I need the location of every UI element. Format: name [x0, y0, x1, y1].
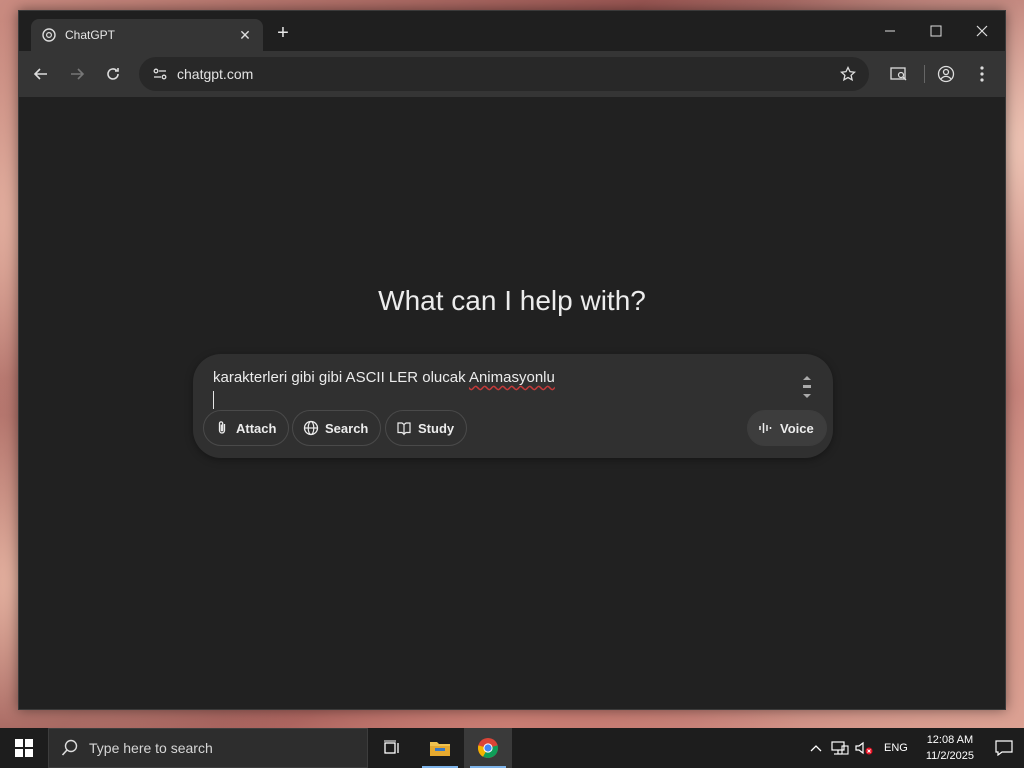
folder-icon: [430, 742, 450, 756]
task-view-button[interactable]: [368, 728, 416, 768]
show-hidden-icons-icon[interactable]: [804, 728, 828, 768]
tab-strip: ChatGPT ✕ +: [19, 11, 1005, 51]
profile-icon[interactable]: [931, 59, 961, 89]
tab-search-icon[interactable]: [884, 59, 914, 89]
prompt-text: karakterleri gibi gibi ASCII LER olucak: [213, 369, 469, 386]
voice-waveform-icon: [759, 423, 772, 433]
study-button[interactable]: Study: [385, 410, 468, 446]
paperclip-icon: [218, 421, 226, 434]
volume-muted-icon[interactable]: [852, 728, 876, 768]
toolbar-separator: [924, 65, 925, 83]
voice-button[interactable]: Voice: [747, 410, 827, 446]
window-controls: [867, 11, 1005, 51]
new-tab-button[interactable]: +: [271, 21, 295, 45]
attach-button[interactable]: Attach: [203, 410, 290, 446]
page-heading: What can I help with?: [378, 285, 646, 316]
chrome-button[interactable]: [464, 728, 512, 768]
tab-title: ChatGPT: [65, 28, 116, 42]
chrome-icon: [477, 738, 499, 759]
minimize-button[interactable]: [867, 11, 913, 51]
network-icon[interactable]: [828, 728, 852, 768]
start-button[interactable]: [0, 728, 48, 768]
prompt-composer[interactable]: karakterleri gibi gibi ASCII LER olucak …: [193, 354, 833, 458]
maximize-button[interactable]: [913, 11, 959, 51]
url-text[interactable]: chatgpt.com: [177, 66, 833, 82]
file-explorer-button[interactable]: [416, 728, 464, 768]
bookmark-star-icon[interactable]: [833, 59, 863, 89]
book-icon: [397, 422, 411, 436]
notifications-button[interactable]: [984, 728, 1024, 768]
reload-button[interactable]: [99, 60, 127, 88]
globe-icon: [303, 420, 319, 436]
scroll-arrows-icon[interactable]: [801, 372, 813, 402]
close-window-button[interactable]: [959, 11, 1005, 51]
back-button[interactable]: [27, 60, 55, 88]
page-content: What can I help with? karakterleri gibi …: [19, 97, 1005, 709]
clock-date: 11/2/2025: [925, 750, 974, 762]
taskbar: Type here to search ENG 12:08 AM 11/2/20…: [0, 728, 1024, 768]
tab-close-icon[interactable]: ✕: [237, 27, 253, 43]
system-tray: ENG 12:08 AM 11/2/2025: [804, 728, 1024, 768]
taskbar-search-box[interactable]: Type here to search: [48, 728, 368, 768]
prompt-input[interactable]: karakterleri gibi gibi ASCII LER olucak …: [213, 369, 555, 386]
toolbar-right: [878, 59, 997, 89]
clock[interactable]: 12:08 AM 11/2/2025: [916, 732, 984, 764]
browser-window: ChatGPT ✕ + chatgpt.com What can I help …: [18, 10, 1006, 710]
taskbar-search-placeholder: Type here to search: [89, 740, 213, 756]
task-view-icon: [384, 740, 399, 754]
tab-chatgpt[interactable]: ChatGPT ✕: [31, 19, 263, 51]
notification-icon: [995, 740, 1013, 756]
voice-label: Voice: [780, 420, 814, 436]
prompt-text-misspelled: Animasyonlu: [468, 369, 555, 386]
search-label: Search: [325, 420, 369, 436]
openai-logo-icon: [41, 27, 57, 43]
browser-toolbar: chatgpt.com: [19, 51, 1005, 97]
address-bar[interactable]: chatgpt.com: [139, 57, 869, 91]
windows-logo-icon: [15, 739, 33, 757]
attach-label: Attach: [236, 420, 277, 436]
clock-time: 12:08 AM: [926, 734, 974, 746]
language-indicator[interactable]: ENG: [876, 742, 916, 754]
site-info-icon[interactable]: [149, 63, 171, 85]
text-caret: [213, 391, 214, 409]
search-button[interactable]: Search: [292, 410, 382, 446]
forward-button[interactable]: [63, 60, 91, 88]
search-icon: [61, 739, 78, 756]
study-label: Study: [418, 420, 455, 436]
menu-kebab-icon[interactable]: [967, 59, 997, 89]
